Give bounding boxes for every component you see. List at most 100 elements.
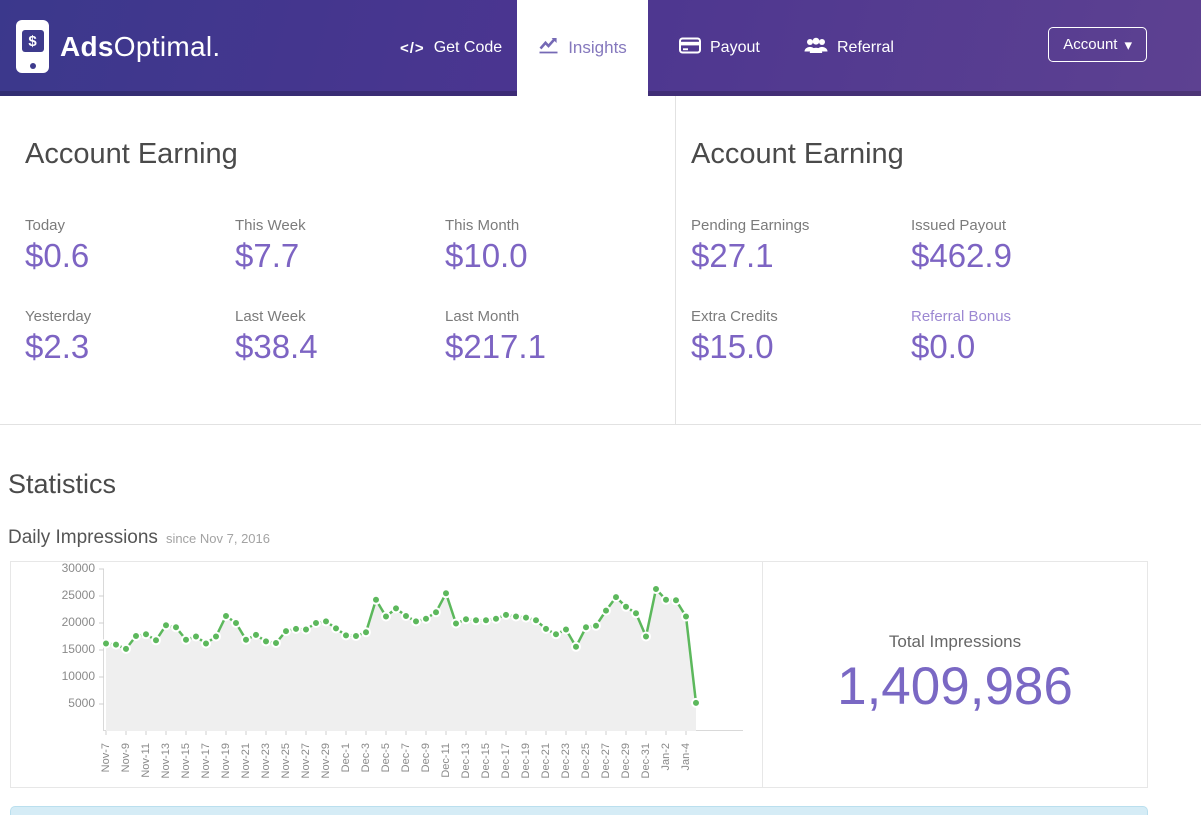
stat-issued-payout: Issued Payout $462.9 xyxy=(911,217,1012,274)
x-axis-label: Dec-11 xyxy=(440,743,452,778)
chart-point[interactable] xyxy=(301,624,311,635)
chart-point[interactable] xyxy=(691,697,701,708)
chart-point[interactable] xyxy=(521,612,531,623)
chart-point[interactable] xyxy=(161,620,171,631)
nav-insights-label: Insights xyxy=(568,38,627,57)
chart-point[interactable] xyxy=(581,622,591,633)
stat-extra-credits: Extra Credits $15.0 xyxy=(691,308,778,365)
chart-point[interactable] xyxy=(151,635,161,646)
chart-point[interactable] xyxy=(221,611,231,621)
chart-point[interactable] xyxy=(671,595,681,606)
chart-point[interactable] xyxy=(381,611,391,622)
chart-point[interactable] xyxy=(271,638,281,648)
chart-point[interactable] xyxy=(371,594,381,605)
chart-point[interactable] xyxy=(201,638,211,649)
daily-impressions-chart[interactable]: 5000 10000 15000 20000 25000 30000 Nov-7 Nov-9… xyxy=(11,561,763,787)
chart-point[interactable] xyxy=(181,634,191,645)
chart-title: Daily Impressions xyxy=(8,527,158,548)
chart-point[interactable] xyxy=(261,636,271,647)
x-axis-label: Dec-25 xyxy=(580,743,592,779)
nav-payout[interactable]: Payout xyxy=(679,0,760,96)
chart-point[interactable] xyxy=(601,605,611,616)
chart-point[interactable] xyxy=(211,631,221,642)
chart-point[interactable] xyxy=(341,630,351,641)
chart-point[interactable] xyxy=(111,639,121,650)
chart-point[interactable] xyxy=(631,608,641,619)
x-axis-label: Dec-1 xyxy=(340,743,352,773)
x-axis-label: Nov-11 xyxy=(140,743,152,778)
chart-point[interactable] xyxy=(251,629,261,640)
account-earning-balance-panel: Account Earning Pending Earnings $27.1 I… xyxy=(676,96,1201,424)
chart-point[interactable] xyxy=(411,616,421,627)
chart-point[interactable] xyxy=(621,601,631,612)
chart-point[interactable] xyxy=(531,615,541,626)
x-axis-label: Nov-17 xyxy=(200,743,212,779)
chart-point[interactable] xyxy=(131,631,141,641)
chart-point[interactable] xyxy=(421,613,431,624)
chart-point[interactable] xyxy=(661,594,671,605)
chart-point[interactable] xyxy=(611,592,621,603)
chart-point[interactable] xyxy=(511,611,521,622)
chart-point[interactable] xyxy=(391,603,401,614)
chart-point[interactable] xyxy=(331,623,341,634)
x-axis-label: Dec-3 xyxy=(360,743,372,773)
account-label: Account xyxy=(1063,36,1118,53)
chart-point[interactable] xyxy=(311,618,321,628)
section-title: Account Earning xyxy=(25,138,238,170)
x-axis-label: Dec-21 xyxy=(540,743,552,779)
chart-point[interactable] xyxy=(571,641,581,652)
chart-point[interactable] xyxy=(141,629,151,640)
chart-point[interactable] xyxy=(101,638,111,649)
chart-point[interactable] xyxy=(681,611,691,622)
chart-point[interactable] xyxy=(121,643,131,654)
nav-referral[interactable]: Referral xyxy=(804,0,894,96)
chart-point[interactable] xyxy=(441,588,451,599)
chart-point[interactable] xyxy=(321,616,331,627)
stat-pending-earnings: Pending Earnings $27.1 xyxy=(691,217,810,274)
chart-point[interactable] xyxy=(281,626,291,637)
chart-point[interactable] xyxy=(241,634,251,645)
chart-point[interactable] xyxy=(361,627,371,638)
impressions-line-chart xyxy=(99,568,701,735)
chart-point[interactable] xyxy=(551,629,561,640)
chart-point[interactable] xyxy=(451,618,461,629)
chart-point[interactable] xyxy=(591,620,601,631)
nav-referral-label: Referral xyxy=(837,39,894,56)
chart-point[interactable] xyxy=(401,611,411,621)
chart-point[interactable] xyxy=(651,584,661,594)
x-axis-label: Dec-17 xyxy=(500,743,512,779)
chart-point[interactable] xyxy=(541,623,551,634)
stat-referral-bonus: Referral Bonus $0.0 xyxy=(911,308,1012,365)
section-title: Account Earning xyxy=(691,138,904,170)
chart-point[interactable] xyxy=(191,631,201,642)
chart-point[interactable] xyxy=(351,631,361,641)
chart-point[interactable] xyxy=(481,615,491,626)
chart-subtitle: since Nov 7, 2016 xyxy=(165,531,271,546)
chart-point[interactable] xyxy=(171,622,181,633)
chart-point[interactable] xyxy=(461,614,471,625)
nav-get-code[interactable]: </> Get Code xyxy=(400,0,502,96)
x-axis-label: Nov-19 xyxy=(220,743,232,779)
x-axis-label: Nov-9 xyxy=(120,743,132,773)
chart-point[interactable] xyxy=(231,618,241,628)
x-axis-label: Dec-15 xyxy=(480,743,492,779)
plot-area xyxy=(99,568,743,735)
code-icon: </> xyxy=(400,39,425,57)
account-dropdown-button[interactable]: Account ▾ xyxy=(1048,27,1147,62)
chart-point[interactable] xyxy=(471,615,481,626)
chart-point[interactable] xyxy=(491,613,501,624)
info-alert xyxy=(10,806,1148,815)
nav-insights-active-tab[interactable]: Insights xyxy=(517,0,648,96)
chart-point[interactable] xyxy=(641,631,651,642)
nav-get-code-label: Get Code xyxy=(433,39,503,56)
stat-this-month: This Month $10.0 xyxy=(445,217,528,274)
chart-point[interactable] xyxy=(561,624,571,635)
chart-point[interactable] xyxy=(291,623,301,634)
x-axis-label: Nov-21 xyxy=(240,743,252,779)
chart-point[interactable] xyxy=(431,607,441,618)
x-axis-label: Nov-15 xyxy=(180,743,192,779)
stat-today: Today $0.6 xyxy=(25,217,90,274)
x-axis-label: Dec-7 xyxy=(400,743,412,773)
chart-point[interactable] xyxy=(501,609,511,620)
brand[interactable]: $ AdsOptimal. xyxy=(16,20,220,73)
